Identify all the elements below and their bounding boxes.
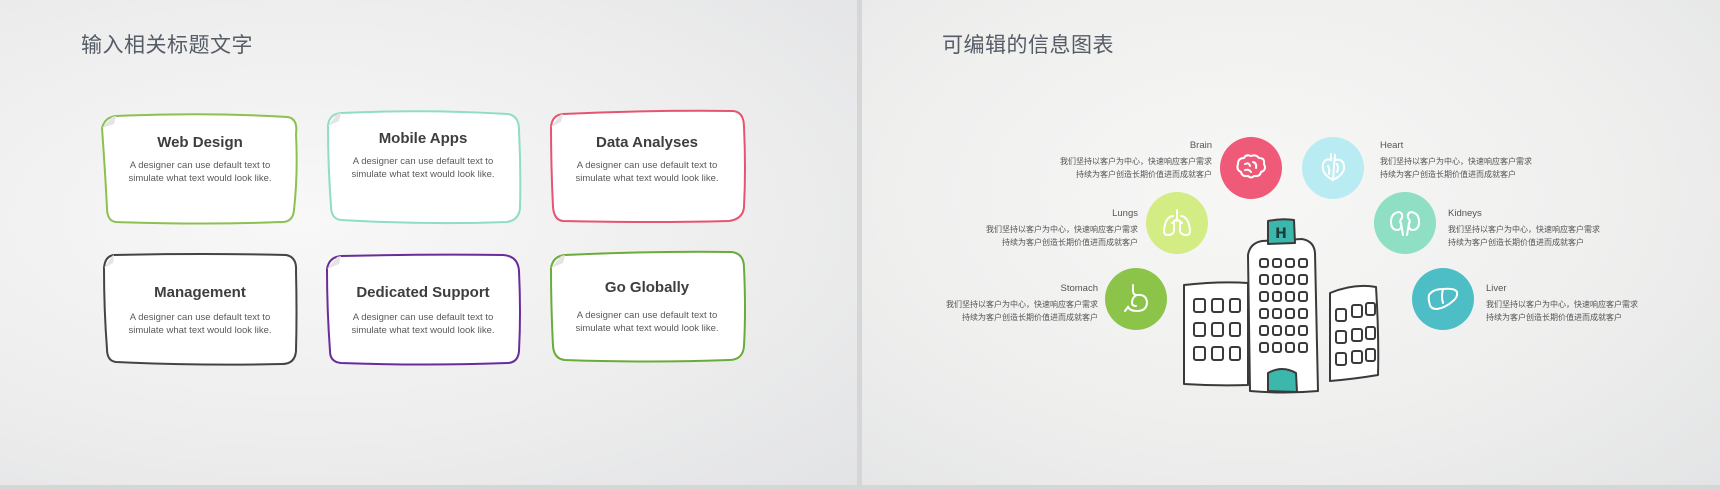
brain-desc-line2: 持续为客户创造长期价值进而成就客户 — [1076, 170, 1212, 179]
card-desc: A designer can use default text to simul… — [128, 160, 272, 184]
hospital-illustration: H — [1183, 218, 1380, 394]
card-title: Mobile Apps — [378, 130, 468, 147]
heart-desc-line2: 持续为客户创造长期价值进而成就客户 — [1380, 170, 1516, 179]
slide-title: 可编辑的信息图表 — [942, 34, 1114, 57]
right-slide: 可编辑的信息图表 H Brain 我们坚持以客户为中心，快速响应客户需求 持续为… — [862, 0, 1720, 485]
liver-desc-line1: 我们坚持以客户为中心，快速响应客户需求 — [1486, 300, 1638, 309]
liver-circle[interactable] — [1412, 268, 1474, 330]
card-desc: A designer can use default text to simul… — [351, 312, 495, 336]
card-mobile-apps[interactable]: Mobile Apps A designer can use default t… — [326, 110, 522, 225]
stomach-icon — [1124, 284, 1149, 313]
card-dedicated-support[interactable]: Dedicated Support A designer can use def… — [325, 253, 521, 366]
kidneys-circle[interactable] — [1374, 192, 1436, 254]
kidneys-desc-line2: 持续为客户创造长期价值进而成就客户 — [1448, 238, 1584, 247]
liver-desc-line2: 持续为客户创造长期价值进而成就客户 — [1486, 313, 1622, 322]
heart-icon — [1321, 153, 1346, 182]
stomach-circle[interactable] — [1105, 268, 1167, 330]
lungs-desc-line2: 持续为客户创造长期价值进而成就客户 — [1002, 238, 1138, 247]
slide-title: 输入相关标题文字 — [81, 34, 253, 57]
lungs-icon — [1162, 209, 1192, 237]
lungs-desc-line1: 我们坚持以客户为中心，快速响应客户需求 — [986, 225, 1138, 234]
card-frame — [102, 253, 298, 366]
stomach-desc-line2: 持续为客户创造长期价值进而成就客户 — [962, 313, 1098, 322]
brain-icon — [1236, 154, 1266, 179]
liver-label: Liver — [1486, 283, 1507, 294]
heart-circle[interactable] — [1302, 137, 1364, 199]
card-go-globally[interactable]: Go Globally A designer can use default t… — [549, 250, 746, 363]
kidneys-label: Kidneys — [1448, 208, 1482, 219]
card-web-design[interactable]: Web Design A designer can use default te… — [100, 113, 298, 225]
card-frame — [325, 253, 521, 366]
stomach-desc-line1: 我们坚持以客户为中心，快速响应客户需求 — [946, 300, 1098, 309]
left-slide: 输入相关标题文字 Web Design A designer can use d… — [0, 0, 857, 485]
card-desc: A designer can use default text to simul… — [351, 156, 495, 180]
card-frame — [549, 250, 746, 363]
brain-label: Brain — [1189, 140, 1212, 151]
brain-circle[interactable] — [1220, 137, 1282, 199]
lungs-circle[interactable] — [1146, 192, 1208, 254]
card-title: Data Analyses — [596, 134, 698, 151]
card-title: Dedicated Support — [356, 284, 490, 301]
brain-desc-line1: 我们坚持以客户为中心，快速响应客户需求 — [1060, 157, 1212, 166]
kidneys-desc-line1: 我们坚持以客户为中心，快速响应客户需求 — [1448, 225, 1600, 234]
card-title: Web Design — [157, 134, 243, 151]
card-desc: A designer can use default text to simul… — [575, 160, 719, 184]
card-title: Management — [154, 284, 246, 301]
card-data-analyses[interactable]: Data Analyses A designer can use default… — [549, 109, 746, 223]
card-desc: A designer can use default text to simul… — [575, 310, 719, 334]
hospital-sign-letter: H — [1275, 226, 1287, 242]
lungs-label: Lungs — [1112, 208, 1138, 219]
heart-desc-line1: 我们坚持以客户为中心，快速响应客户需求 — [1380, 157, 1532, 166]
card-desc: A designer can use default text to simul… — [128, 312, 272, 336]
card-management[interactable]: Management A designer can use default te… — [102, 253, 298, 366]
heart-label: Heart — [1380, 140, 1404, 151]
liver-icon — [1427, 287, 1459, 311]
stomach-label: Stomach — [1060, 283, 1099, 294]
card-title: Go Globally — [604, 279, 690, 296]
kidneys-icon — [1389, 210, 1421, 236]
